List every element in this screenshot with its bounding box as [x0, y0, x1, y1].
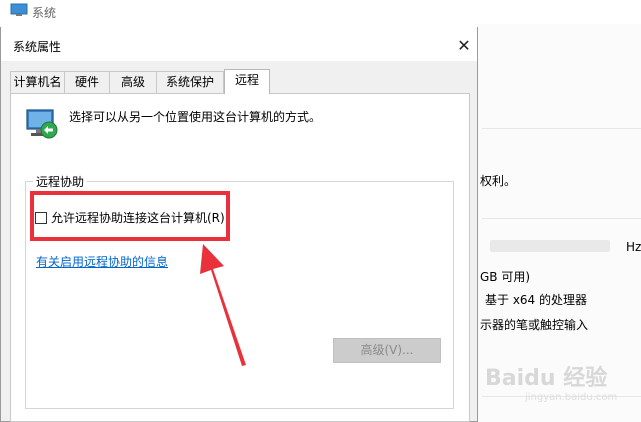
divider: [482, 128, 641, 129]
remote-assistance-group-label: 远程协助: [33, 173, 88, 190]
remote-tab-panel: 选择可以从另一个位置使用这台计算机的方式。 远程协助 允许远程协助连接这台计算机…: [10, 93, 470, 422]
remote-description: 选择可以从另一个位置使用这台计算机的方式。: [69, 110, 322, 124]
computer-icon: [10, 3, 28, 16]
background-window-title: 系统: [32, 6, 57, 20]
tab-hardware[interactable]: 硬件: [64, 71, 110, 93]
advanced-button[interactable]: 高级(V)...: [333, 338, 441, 363]
close-button[interactable]: ✕: [451, 33, 477, 57]
background-window-titlebar: 系统: [0, 0, 641, 24]
dialog-title: 系统属性: [13, 40, 62, 54]
tab-system-protection[interactable]: 系统保护: [156, 71, 224, 93]
remote-assistance-info-link[interactable]: 有关启用远程协助的信息: [36, 253, 168, 270]
background-text-line: 权利。: [480, 174, 517, 188]
divider: [482, 218, 641, 219]
tab-advanced[interactable]: 高级: [109, 71, 157, 93]
watermark-logo: Baidu 经验: [485, 366, 608, 391]
blurred-text: [490, 240, 610, 252]
tab-remote[interactable]: 远程: [224, 69, 270, 94]
background-text-line: GB 可用): [480, 270, 531, 284]
watermark-subtext: jingyan.baidu.com: [525, 392, 618, 403]
highlight-box: [30, 191, 230, 241]
tab-computer-name[interactable]: 计算机名: [10, 71, 65, 93]
background-text-line: 基于 x64 的处理器: [485, 293, 588, 307]
background-text-line: 示器的笔或触控输入: [480, 318, 589, 332]
remote-desktop-icon: [26, 109, 58, 139]
dialog-titlebar: 系统属性 ✕: [1, 27, 477, 61]
background-text-line: Hz: [626, 240, 641, 254]
